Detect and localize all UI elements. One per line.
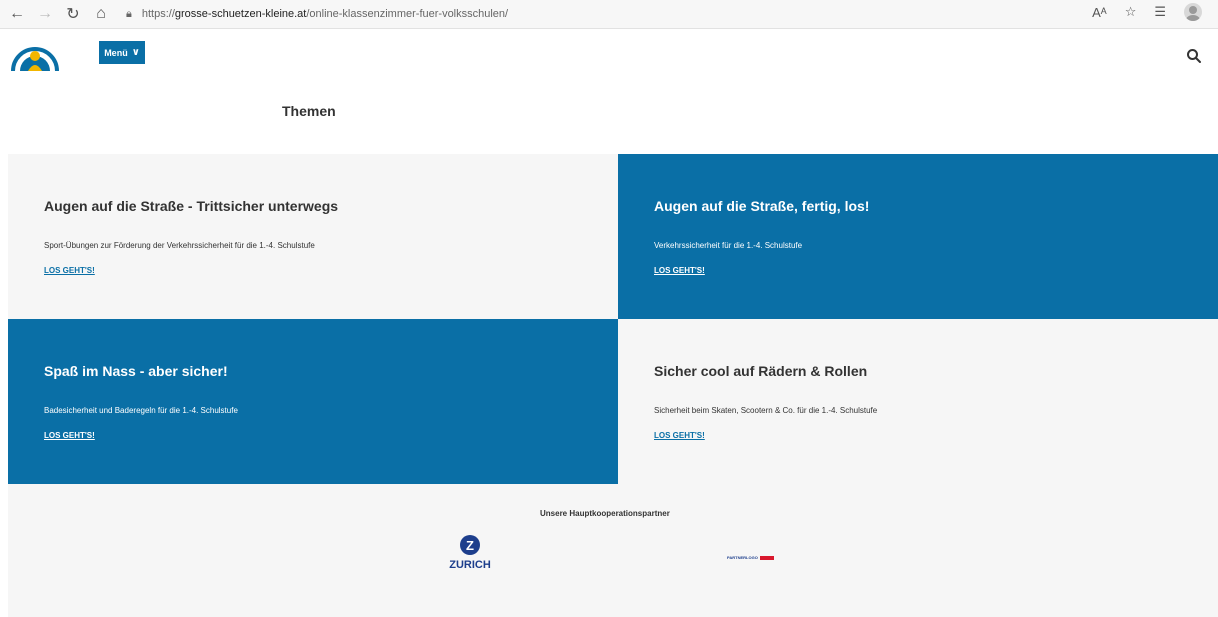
chevron-down-icon: ∨ [131, 47, 140, 58]
favorites-icon[interactable]: ☰ [1154, 4, 1166, 20]
partners-section: Unsere Hauptkooperationspartner Z ZURICH… [8, 484, 1218, 617]
site-logo[interactable] [10, 41, 60, 75]
topic-tile-spass-im-nass: Spaß im Nass - aber sicher! Badesicherhe… [8, 319, 618, 484]
url-prefix: https:// [141, 8, 175, 20]
tile-title: Augen auf die Straße - Trittsicher unter… [44, 198, 339, 214]
topic-tile-trittsicher: Augen auf die Straße - Trittsicher unter… [8, 154, 618, 319]
tile-link[interactable]: LOS GEHT'S! [44, 431, 95, 440]
partner2-text: PARTNERLOGO [727, 555, 758, 560]
tile-title: Augen auf die Straße, fertig, los! [654, 198, 870, 214]
zurich-wordmark: ZURICH [449, 559, 491, 571]
forward-arrow-icon[interactable]: → [34, 3, 56, 25]
menu-label: Menü [104, 47, 128, 58]
lock-icon: 🔒︎ [126, 7, 132, 20]
profile-avatar-icon[interactable] [1184, 3, 1202, 21]
partner-logo-2[interactable]: PARTNERLOGO [727, 555, 774, 560]
home-icon[interactable]: ⌂ [90, 3, 112, 25]
tile-link[interactable]: LOS GEHT'S! [44, 266, 95, 275]
section-title: Themen [282, 103, 336, 119]
tile-description: Sicherheit beim Skaten, Scootern & Co. f… [654, 406, 878, 415]
zurich-logo[interactable]: Z ZURICH [445, 535, 495, 577]
tile-title: Sicher cool auf Rädern & Rollen [654, 363, 868, 379]
topic-tile-raedern-rollen: Sicher cool auf Rädern & Rollen Sicherhe… [618, 319, 1218, 484]
read-aloud-icon[interactable]: Aᴬ [1092, 5, 1107, 20]
address-bar[interactable]: 🔒︎ https://grosse-schuetzen-kleine.at/on… [126, 3, 508, 25]
tile-description: Badesicherheit und Baderegeln für die 1.… [44, 406, 238, 415]
topic-tile-fertig-los: Augen auf die Straße, fertig, los! Verke… [618, 154, 1218, 319]
browser-toolbar: ← → ↻ ⌂ 🔒︎ https://grosse-schuetzen-klei… [0, 0, 1218, 29]
tile-description: Sport-Übungen zur Förderung der Verkehrs… [44, 241, 315, 250]
tile-title: Spaß im Nass - aber sicher! [44, 363, 228, 379]
tile-link[interactable]: LOS GEHT'S! [654, 266, 705, 275]
partners-title: Unsere Hauptkooperationspartner [540, 509, 670, 518]
tile-link[interactable]: LOS GEHT'S! [654, 431, 705, 440]
refresh-icon[interactable]: ↻ [62, 3, 84, 25]
back-arrow-icon[interactable]: ← [6, 3, 28, 25]
zurich-badge: Z [460, 535, 480, 555]
url-path: /online-klassenzimmer-fuer-volksschulen/ [306, 8, 509, 20]
partner2-bar [759, 555, 774, 560]
tile-description: Verkehrssicherheit für die 1.-4. Schulst… [654, 241, 803, 250]
search-icon[interactable] [1186, 48, 1202, 64]
add-favorite-icon[interactable]: ☆ [1125, 4, 1137, 20]
site-header: Menü ∨ [0, 29, 1218, 89]
url-host: grosse-schuetzen-kleine.at [174, 8, 307, 20]
menu-button[interactable]: Menü ∨ [99, 41, 145, 64]
